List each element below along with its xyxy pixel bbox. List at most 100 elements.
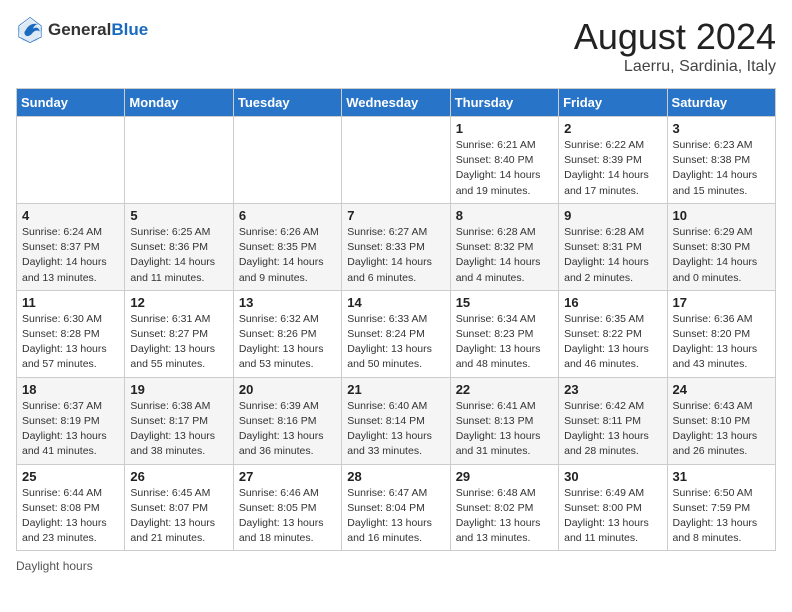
calendar-cell: 10 Sunrise: 6:29 AMSunset: 8:30 PMDayligh…: [667, 203, 775, 290]
day-detail: Sunrise: 6:27 AMSunset: 8:33 PMDaylight:…: [347, 225, 444, 286]
day-detail: Sunrise: 6:50 AMSunset: 7:59 PMDaylight:…: [673, 486, 770, 547]
day-detail: Sunrise: 6:28 AMSunset: 8:31 PMDaylight:…: [564, 225, 661, 286]
calendar-cell: 25 Sunrise: 6:44 AMSunset: 8:08 PMDayligh…: [17, 464, 125, 551]
day-number: 16: [564, 295, 661, 310]
day-detail: Sunrise: 6:23 AMSunset: 8:38 PMDaylight:…: [673, 138, 770, 199]
day-detail: Sunrise: 6:44 AMSunset: 8:08 PMDaylight:…: [22, 486, 119, 547]
calendar-week-row: 4 Sunrise: 6:24 AMSunset: 8:37 PMDaylight…: [17, 203, 776, 290]
calendar-cell: 16 Sunrise: 6:35 AMSunset: 8:22 PMDayligh…: [559, 290, 667, 377]
calendar: Sunday Monday Tuesday Wednesday Thursday…: [16, 88, 776, 551]
calendar-cell: 17 Sunrise: 6:36 AMSunset: 8:20 PMDayligh…: [667, 290, 775, 377]
daylight-label: Daylight hours: [16, 559, 93, 573]
month-year: August 2024: [574, 16, 776, 58]
calendar-week-row: 11 Sunrise: 6:30 AMSunset: 8:28 PMDayligh…: [17, 290, 776, 377]
day-number: 25: [22, 469, 119, 484]
calendar-cell: 30Sunrise: 6:49 AMSunset: 8:00 PMDayligh…: [559, 464, 667, 551]
day-number: 30: [564, 469, 661, 484]
calendar-cell: 12Sunrise: 6:31 AMSunset: 8:27 PMDayligh…: [125, 290, 233, 377]
logo: GeneralBlue: [16, 16, 148, 44]
day-number: 6: [239, 208, 336, 223]
day-number: 10: [673, 208, 770, 223]
calendar-cell: 24 Sunrise: 6:43 AMSunset: 8:10 PMDayligh…: [667, 377, 775, 464]
day-detail: Sunrise: 6:26 AMSunset: 8:35 PMDaylight:…: [239, 225, 336, 286]
day-number: 8: [456, 208, 553, 223]
calendar-cell: [17, 117, 125, 204]
calendar-cell: [342, 117, 450, 204]
day-number: 19: [130, 382, 227, 397]
day-detail: Sunrise: 6:33 AMSunset: 8:24 PMDaylight:…: [347, 312, 444, 373]
calendar-cell: 27 Sunrise: 6:46 AMSunset: 8:05 PMDayligh…: [233, 464, 341, 551]
day-detail: Sunrise: 6:30 AMSunset: 8:28 PMDaylight:…: [22, 312, 119, 373]
day-number: 3: [673, 121, 770, 136]
header-thursday: Thursday: [450, 89, 558, 117]
calendar-cell: 29 Sunrise: 6:48 AMSunset: 8:02 PMDayligh…: [450, 464, 558, 551]
day-detail: Sunrise: 6:29 AMSunset: 8:30 PMDaylight:…: [673, 225, 770, 286]
day-number: 28: [347, 469, 444, 484]
day-detail: Sunrise: 6:45 AMSunset: 8:07 PMDaylight:…: [130, 486, 227, 547]
day-number: 27: [239, 469, 336, 484]
day-detail: Sunrise: 6:43 AMSunset: 8:10 PMDaylight:…: [673, 399, 770, 460]
day-number: 11: [22, 295, 119, 310]
logo-icon: [16, 16, 44, 44]
day-detail: Sunrise: 6:41 AMSunset: 8:13 PMDaylight:…: [456, 399, 553, 460]
header-saturday: Saturday: [667, 89, 775, 117]
day-number: 4: [22, 208, 119, 223]
day-detail: Sunrise: 6:32 AMSunset: 8:26 PMDaylight:…: [239, 312, 336, 373]
calendar-cell: 22Sunrise: 6:41 AMSunset: 8:13 PMDayligh…: [450, 377, 558, 464]
day-detail: Sunrise: 6:34 AMSunset: 8:23 PMDaylight:…: [456, 312, 553, 373]
title-block: August 2024 Laerru, Sardinia, Italy: [574, 16, 776, 76]
calendar-cell: 1Sunrise: 6:21 AMSunset: 8:40 PMDaylight…: [450, 117, 558, 204]
calendar-cell: 13 Sunrise: 6:32 AMSunset: 8:26 PMDayligh…: [233, 290, 341, 377]
day-number: 21: [347, 382, 444, 397]
day-number: 31: [673, 469, 770, 484]
calendar-cell: 2 Sunrise: 6:22 AMSunset: 8:39 PMDaylight…: [559, 117, 667, 204]
footer: Daylight hours: [16, 559, 776, 573]
day-number: 2: [564, 121, 661, 136]
day-detail: Sunrise: 6:36 AMSunset: 8:20 PMDaylight:…: [673, 312, 770, 373]
header-monday: Monday: [125, 89, 233, 117]
calendar-cell: 23Sunrise: 6:42 AMSunset: 8:11 PMDayligh…: [559, 377, 667, 464]
calendar-cell: 11 Sunrise: 6:30 AMSunset: 8:28 PMDayligh…: [17, 290, 125, 377]
day-detail: Sunrise: 6:48 AMSunset: 8:02 PMDaylight:…: [456, 486, 553, 547]
day-number: 29: [456, 469, 553, 484]
day-number: 23: [564, 382, 661, 397]
location: Laerru, Sardinia, Italy: [574, 58, 776, 76]
calendar-cell: 9 Sunrise: 6:28 AMSunset: 8:31 PMDaylight…: [559, 203, 667, 290]
day-detail: Sunrise: 6:25 AMSunset: 8:36 PMDaylight:…: [130, 225, 227, 286]
calendar-cell: 19Sunrise: 6:38 AMSunset: 8:17 PMDayligh…: [125, 377, 233, 464]
day-detail: Sunrise: 6:47 AMSunset: 8:04 PMDaylight:…: [347, 486, 444, 547]
calendar-header-row: Sunday Monday Tuesday Wednesday Thursday…: [17, 89, 776, 117]
header-tuesday: Tuesday: [233, 89, 341, 117]
calendar-cell: 6 Sunrise: 6:26 AMSunset: 8:35 PMDaylight…: [233, 203, 341, 290]
day-number: 9: [564, 208, 661, 223]
day-number: 13: [239, 295, 336, 310]
calendar-cell: 20 Sunrise: 6:39 AMSunset: 8:16 PMDayligh…: [233, 377, 341, 464]
calendar-week-row: 1Sunrise: 6:21 AMSunset: 8:40 PMDaylight…: [17, 117, 776, 204]
day-detail: Sunrise: 6:39 AMSunset: 8:16 PMDaylight:…: [239, 399, 336, 460]
day-number: 20: [239, 382, 336, 397]
calendar-cell: 4 Sunrise: 6:24 AMSunset: 8:37 PMDaylight…: [17, 203, 125, 290]
calendar-cell: 8Sunrise: 6:28 AMSunset: 8:32 PMDaylight…: [450, 203, 558, 290]
day-detail: Sunrise: 6:35 AMSunset: 8:22 PMDaylight:…: [564, 312, 661, 373]
header-sunday: Sunday: [17, 89, 125, 117]
calendar-week-row: 25 Sunrise: 6:44 AMSunset: 8:08 PMDayligh…: [17, 464, 776, 551]
day-number: 18: [22, 382, 119, 397]
day-detail: Sunrise: 6:46 AMSunset: 8:05 PMDaylight:…: [239, 486, 336, 547]
day-number: 17: [673, 295, 770, 310]
calendar-cell: 28 Sunrise: 6:47 AMSunset: 8:04 PMDayligh…: [342, 464, 450, 551]
day-number: 15: [456, 295, 553, 310]
calendar-cell: 3 Sunrise: 6:23 AMSunset: 8:38 PMDaylight…: [667, 117, 775, 204]
calendar-cell: 14Sunrise: 6:33 AMSunset: 8:24 PMDayligh…: [342, 290, 450, 377]
day-detail: Sunrise: 6:22 AMSunset: 8:39 PMDaylight:…: [564, 138, 661, 199]
calendar-cell: 5 Sunrise: 6:25 AMSunset: 8:36 PMDaylight…: [125, 203, 233, 290]
day-number: 12: [130, 295, 227, 310]
day-number: 26: [130, 469, 227, 484]
calendar-cell: [233, 117, 341, 204]
day-number: 5: [130, 208, 227, 223]
day-detail: Sunrise: 6:24 AMSunset: 8:37 PMDaylight:…: [22, 225, 119, 286]
calendar-week-row: 18 Sunrise: 6:37 AMSunset: 8:19 PMDayligh…: [17, 377, 776, 464]
calendar-cell: 18 Sunrise: 6:37 AMSunset: 8:19 PMDayligh…: [17, 377, 125, 464]
calendar-cell: 21Sunrise: 6:40 AMSunset: 8:14 PMDayligh…: [342, 377, 450, 464]
day-number: 24: [673, 382, 770, 397]
day-detail: Sunrise: 6:37 AMSunset: 8:19 PMDaylight:…: [22, 399, 119, 460]
